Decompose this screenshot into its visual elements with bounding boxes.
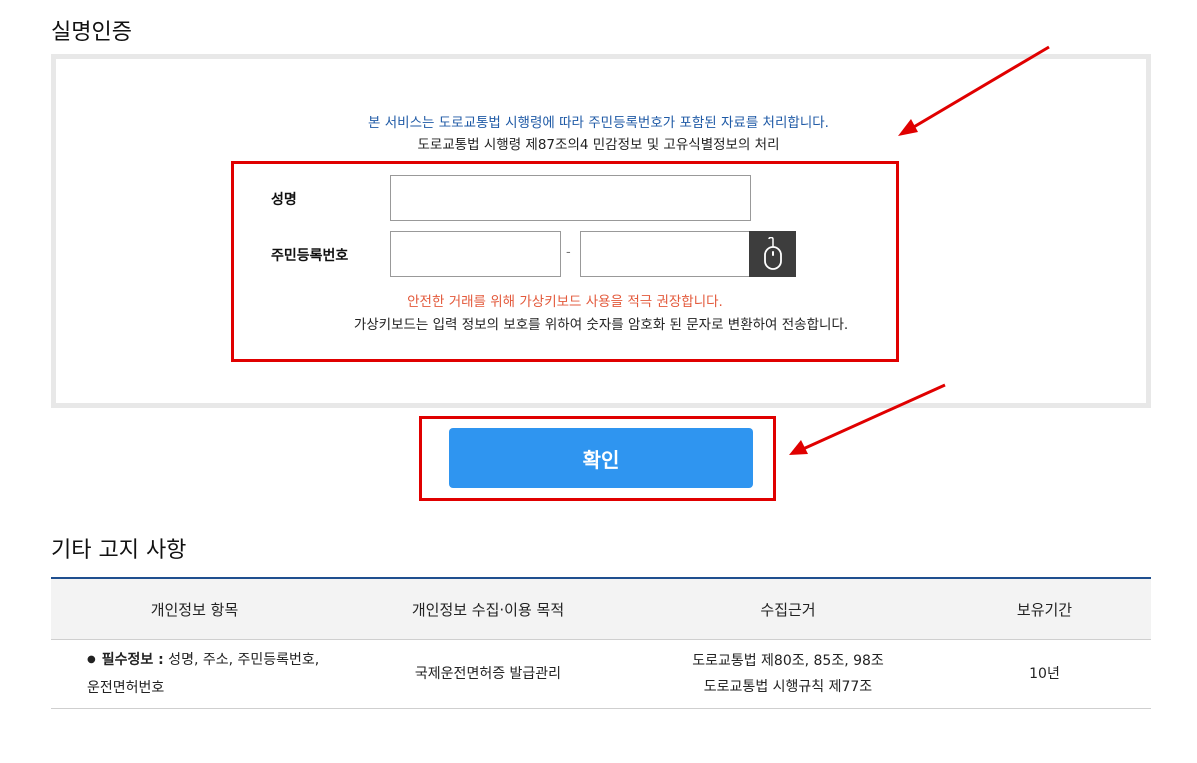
name-label: 성명 — [271, 192, 297, 208]
header-retention: 보유기간 — [938, 578, 1151, 640]
basis-line-1: 도로교통법 제80조, 85조, 98조 — [692, 653, 884, 669]
header-basis: 수집근거 — [638, 578, 938, 640]
auth-title: 실명인증 — [51, 20, 132, 45]
privacy-notice-table: 개인정보 항목 개인정보 수집·이용 목적 수집근거 보유기간 ● 필수정보 : … — [51, 577, 1151, 709]
required-info-text-2: 운전면허번호 — [87, 680, 165, 696]
cell-purpose: 국제운전면허증 발급관리 — [338, 639, 638, 709]
cell-retention: 10년 — [938, 639, 1151, 709]
required-info-label: 필수정보 : — [101, 652, 164, 668]
cell-basis: 도로교통법 제80조, 85조, 98조 도로교통법 시행규칙 제77조 — [638, 639, 938, 709]
name-input[interactable] — [390, 175, 751, 221]
mouse-icon — [763, 237, 782, 270]
required-info-text: 성명, 주소, 주민등록번호, — [163, 652, 320, 668]
basis-line-2: 도로교통법 시행규칙 제77조 — [703, 679, 873, 695]
virtual-keyboard-button[interactable] — [749, 231, 796, 277]
confirm-button[interactable]: 확인 — [449, 428, 753, 488]
notice-line-law: 도로교통법 시행령 제87조의4 민감정보 및 고유식별정보의 처리 — [417, 137, 780, 153]
table-row: ● 필수정보 : 성명, 주소, 주민등록번호, 운전면허번호 국제운전면허증 발… — [51, 639, 1151, 709]
rrn-dash: - — [566, 245, 571, 260]
header-items: 개인정보 항목 — [51, 578, 338, 640]
header-purpose: 개인정보 수집·이용 목적 — [338, 578, 638, 640]
rrn-first-input[interactable] — [390, 231, 561, 277]
bullet-icon: ● — [87, 654, 96, 665]
virtual-keyboard-info-text: 가상키보드는 입력 정보의 보호를 위하여 숫자를 암호화 된 문자로 변환하여… — [353, 317, 849, 333]
notice-line-service: 본 서비스는 도로교통법 시행령에 따라 주민등록번호가 포함된 자료를 처리합… — [368, 115, 829, 131]
rrn-second-input[interactable] — [580, 231, 751, 277]
virtual-keyboard-recommend-text: 안전한 거래를 위해 가상키보드 사용을 적극 권장합니다. — [407, 294, 723, 310]
other-notice-title: 기타 고지 사항 — [51, 538, 187, 563]
cell-items: ● 필수정보 : 성명, 주소, 주민등록번호, 운전면허번호 — [51, 639, 338, 709]
rrn-label: 주민등록번호 — [271, 248, 349, 264]
table-header-row: 개인정보 항목 개인정보 수집·이용 목적 수집근거 보유기간 — [51, 578, 1151, 640]
